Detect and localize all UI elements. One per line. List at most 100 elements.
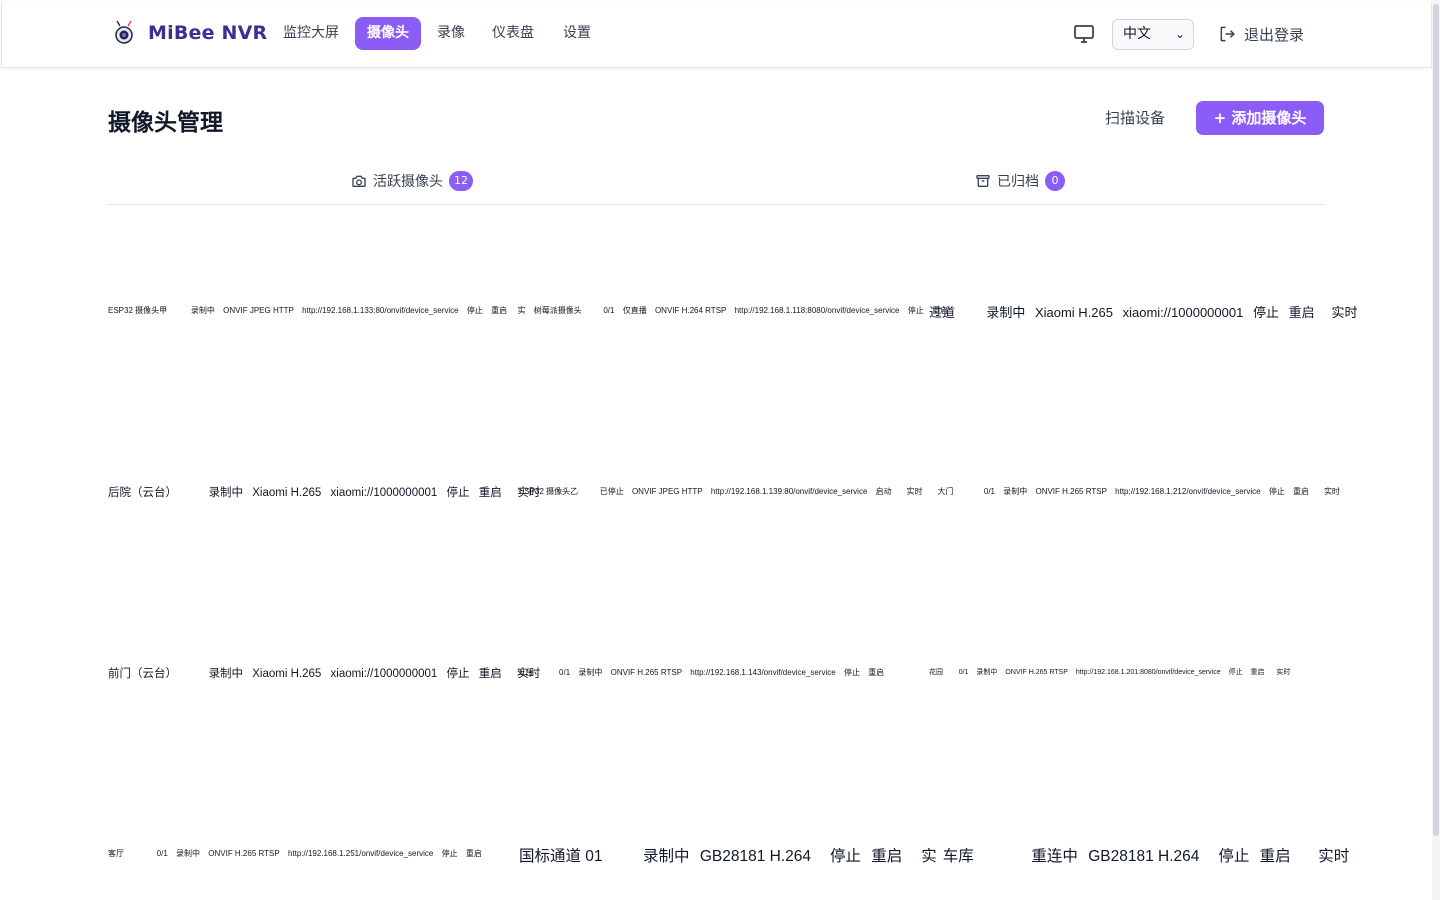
nav-dashboard-wall[interactable]: 监控大屏 — [271, 17, 351, 50]
live-button[interactable]: 实时 — [1318, 848, 1349, 865]
camera-status: 已停止 — [599, 487, 624, 496]
nav-dashboard[interactable]: 仪表盘 — [480, 17, 546, 50]
stop-button[interactable]: 停止 — [467, 306, 483, 315]
add-camera-button[interactable]: + 添加摄像头 — [1196, 101, 1324, 135]
camera-name: 前门（云台） — [108, 668, 177, 680]
active-count-badge: 12 — [449, 171, 473, 191]
restart-button[interactable]: 重启 — [479, 668, 502, 680]
camera-card[interactable]: 过道 录制中 Xiaomi H.265 xiaomi://1000000001 … — [929, 302, 1363, 321]
channel-ratio: 0/1 — [156, 849, 168, 858]
restart-button[interactable]: 重启 — [491, 306, 507, 315]
camera-card[interactable]: 客厅 0/1 录制中 ONVIF H.265 RTSP http://192.1… — [108, 848, 488, 859]
camera-protocol: Xiaomi H.265 — [252, 487, 322, 499]
camera-protocol: ONVIF JPEG HTTP — [223, 306, 294, 315]
nav-recordings[interactable]: 录像 — [425, 17, 477, 50]
camera-protocol: ONVIF H.264 RTSP — [654, 306, 727, 315]
scrollbar-thumb[interactable] — [1433, 4, 1439, 836]
stop-button[interactable]: 停止 — [1253, 305, 1279, 320]
camera-url: http://192.168.1.201:8080/onvif/device_s… — [1075, 669, 1221, 676]
camera-card[interactable]: 花园 0/1 录制中 ONVIF H.265 RTSP http://192.1… — [929, 667, 1296, 677]
camera-status: 录制中 — [208, 487, 244, 499]
tab-archived[interactable]: 已归档 0 — [975, 171, 1065, 191]
camera-card[interactable]: 国标通道 01 录制中 GB28181 H.264 停止 重启 实车库 重连中 … — [519, 844, 1355, 866]
tab-active-cameras[interactable]: 活跃摄像头 12 — [351, 171, 473, 191]
stop-button[interactable]: 停止 — [908, 306, 924, 315]
restart-button[interactable]: 重启 — [1289, 305, 1315, 320]
camera-status: 录制中 — [1003, 487, 1028, 496]
live-button[interactable]: 实 — [921, 848, 937, 865]
camera-url: http://192.168.1.133:80/onvif/device_ser… — [302, 306, 459, 315]
camera-status: 录制中 — [578, 668, 603, 677]
camera-url: http://192.168.1.143/onvif/device_servic… — [690, 668, 836, 677]
camera-icon — [352, 175, 366, 187]
camera-url: http://192.168.1.139:80/onvif/device_ser… — [710, 487, 868, 496]
camera-status: 录制中 — [208, 668, 244, 680]
camera-name: 花园 — [929, 669, 943, 676]
language-select-value: 中文 — [1123, 26, 1151, 42]
page-scrollbar[interactable] — [1432, 0, 1440, 900]
camera-url: http://192.168.1.212/onvif/device_servic… — [1115, 487, 1261, 496]
camera-protocol: GB28181 H.264 — [699, 848, 812, 865]
stop-button[interactable]: 停止 — [1269, 487, 1285, 496]
camera-status: 录制中 — [986, 305, 1026, 320]
camera-protocol: ONVIF JPEG HTTP — [631, 487, 703, 496]
camera-card[interactable]: ESP32 摄像头甲 录制中 ONVIF JPEG HTTP http://19… — [108, 305, 954, 316]
camera-name: ESP32 摄像头甲 — [108, 306, 168, 315]
language-select[interactable]: 中文 ⌄ — [1112, 19, 1194, 50]
restart-button[interactable]: 重启 — [1260, 848, 1291, 865]
camera-name: 树莓派摄像头 — [533, 306, 582, 315]
camera-status: 录制中 — [190, 306, 215, 315]
camera-status: 录制中 — [976, 669, 998, 676]
camera-url: xiaomi://1000000001 — [330, 668, 438, 680]
live-button[interactable]: 实时 — [907, 487, 923, 496]
live-button[interactable]: 实时 — [1324, 487, 1340, 496]
bee-camera-icon — [115, 20, 133, 44]
camera-name: ESP32 摄像头乙 — [519, 487, 579, 496]
nav-cameras[interactable]: 摄像头 — [355, 17, 421, 50]
camera-name: 车库 — [942, 848, 974, 865]
nav-settings[interactable]: 设置 — [551, 17, 603, 50]
restart-button[interactable]: 重启 — [1251, 669, 1265, 676]
stop-button[interactable]: 停止 — [442, 849, 458, 858]
camera-card[interactable]: ESP32 摄像头乙 已停止 ONVIF JPEG HTTP http://19… — [519, 486, 1346, 497]
restart-button[interactable]: 重启 — [466, 849, 482, 858]
restart-button[interactable]: 重启 — [479, 487, 502, 499]
start-button[interactable]: 启动 — [876, 487, 892, 496]
stop-button[interactable]: 停止 — [447, 487, 470, 499]
app-logo[interactable] — [112, 20, 136, 46]
restart-button[interactable]: 重启 — [871, 848, 902, 865]
camera-card[interactable]: 天台 0/1 录制中 ONVIF H.265 RTSP http://192.1… — [517, 667, 890, 678]
live-button[interactable]: 实时 — [1331, 305, 1357, 320]
camera-protocol: ONVIF H.265 RTSP — [610, 668, 683, 677]
logout-button[interactable]: 退出登录 — [1218, 22, 1304, 46]
camera-card[interactable]: 后院（云台） 录制中 Xiaomi H.265 xiaomi://1000000… — [108, 484, 546, 500]
tab-active-label: 活跃摄像头 — [373, 174, 443, 190]
stop-button[interactable]: 停止 — [447, 668, 470, 680]
camera-name: 大门 — [937, 487, 954, 496]
camera-protocol: ONVIF H.265 RTSP — [1005, 669, 1068, 676]
stop-button[interactable]: 停止 — [1229, 669, 1243, 676]
logout-icon — [1220, 26, 1235, 42]
stop-button[interactable]: 停止 — [844, 668, 860, 677]
monitor-icon[interactable] — [1072, 22, 1096, 46]
camera-url: xiaomi://1000000001 — [1122, 305, 1244, 320]
camera-url: http://192.168.1.118:8080/onvif/device_s… — [734, 306, 900, 315]
stop-button[interactable]: 停止 — [1218, 848, 1249, 865]
restart-button[interactable]: 重启 — [1293, 487, 1309, 496]
scan-devices-button[interactable]: 扫描设备 — [1094, 103, 1176, 133]
logout-label: 退出登录 — [1244, 25, 1305, 44]
camera-status: 仅直播 — [622, 306, 647, 315]
restart-button[interactable]: 重启 — [868, 668, 884, 677]
channel-ratio: 0/1 — [559, 668, 571, 677]
camera-name: 过道 — [929, 305, 956, 320]
brand-name[interactable]: MiBee NVR — [148, 22, 267, 44]
camera-protocol: Xiaomi H.265 — [1034, 305, 1113, 320]
camera-card[interactable]: 前门（云台） 录制中 Xiaomi H.265 xiaomi://1000000… — [108, 665, 546, 681]
tab-archived-label: 已归档 — [997, 174, 1039, 190]
live-button[interactable]: 实时 — [1276, 669, 1290, 676]
camera-status: 重连中 — [1031, 848, 1078, 865]
channel-ratio: 0/1 — [958, 669, 969, 676]
camera-name: 天台 — [517, 668, 533, 677]
stop-button[interactable]: 停止 — [830, 848, 861, 865]
live-button[interactable]: 实 — [518, 306, 526, 315]
